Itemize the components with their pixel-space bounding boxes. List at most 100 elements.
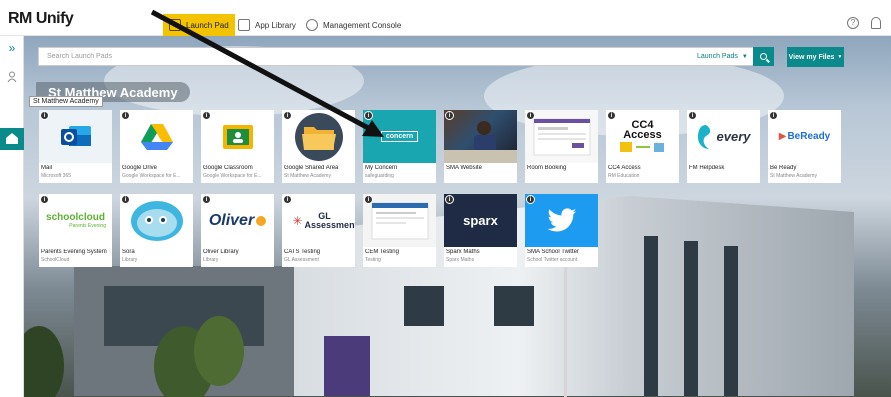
beready-logo: ▶ BeReady <box>778 131 831 142</box>
myconcern-logo: concern <box>363 110 436 163</box>
tile-title: CC4 Access <box>608 165 641 171</box>
view-my-files-button[interactable]: View my Files ▼ <box>787 47 844 67</box>
info-icon[interactable]: i <box>526 111 535 120</box>
info-icon[interactable]: i <box>40 195 49 204</box>
play-icon: ▶ <box>778 131 787 142</box>
app-tile-my-concern[interactable]: i concern My Concern safeguarding <box>363 110 436 183</box>
cc4-logo: CC4 Access <box>606 110 679 163</box>
app-tile-sparx-maths[interactable]: i sparx Sparx Maths Sparx Maths <box>444 194 517 267</box>
rocket-icon <box>169 19 181 31</box>
app-tile-parents-evening[interactable]: i schoolcloud Parents Evening Parents Ev… <box>39 194 112 267</box>
info-icon[interactable]: i <box>364 195 373 204</box>
caret-down-icon: ▼ <box>741 53 748 60</box>
folder-icon <box>282 110 355 163</box>
tile-title: SMA School Twitter <box>527 249 579 255</box>
info-icon[interactable]: i <box>364 111 373 120</box>
rm-unify-logo[interactable]: RM Unify <box>8 10 74 28</box>
app-tile-sma-website[interactable]: i SMA Website <box>444 110 517 183</box>
tab-launch-pad-label: Launch Pad <box>186 20 229 30</box>
gl-burst-icon: ✳ <box>292 213 303 228</box>
info-icon[interactable]: i <box>526 195 535 204</box>
every-logo: every <box>687 110 760 163</box>
search-scope-select[interactable]: Launch Pads ▼ <box>697 50 748 63</box>
section-tooltip: St Matthew Academy <box>29 96 103 107</box>
info-icon[interactable]: i <box>688 111 697 120</box>
info-icon[interactable]: i <box>769 111 778 120</box>
tile-subtitle: RM Education <box>608 173 640 179</box>
tile-title: Be Ready <box>770 165 797 171</box>
app-tile-oliver-library[interactable]: i Oliver Oliver Library Library <box>201 194 274 267</box>
tab-management-console-label: Management Console <box>323 20 402 30</box>
tile-title: Mail <box>41 165 53 171</box>
app-tile-google-drive[interactable]: i Google Drive Google Workspace for E... <box>120 110 193 183</box>
app-tile-google-classroom[interactable]: i Google Classroom Google Workspace for … <box>201 110 274 183</box>
google-drive-logo <box>120 110 193 163</box>
info-icon[interactable]: i <box>202 195 211 204</box>
app-tile-be-ready[interactable]: i ▶ BeReady Be Ready St Matthew Academy <box>768 110 841 183</box>
app-tile-room-booking[interactable]: i Room Booking <box>525 110 598 183</box>
tile-subtitle: safeguarding <box>365 173 394 179</box>
sora-logo <box>120 194 193 247</box>
tile-title: Parents Evening System <box>41 249 107 255</box>
expand-rail-button[interactable]: » <box>4 40 20 56</box>
home-icon <box>6 133 18 144</box>
app-tile-google-shared-area[interactable]: i Google Shared Area St Matthew Academy <box>282 110 355 183</box>
search-button[interactable] <box>753 47 774 66</box>
app-tile-cats-testing[interactable]: i ✳ GL Assessment CATS Testing GL Assess… <box>282 194 355 267</box>
tile-title: Oliver Library <box>203 249 239 255</box>
tile-subtitle: Sparx Maths <box>446 257 475 263</box>
tab-management-console[interactable]: Management Console <box>300 14 407 36</box>
info-icon[interactable]: i <box>121 111 130 120</box>
booking-screenshot <box>525 110 598 163</box>
search-icon <box>760 53 767 60</box>
sparx-logo: sparx <box>444 194 517 247</box>
gl-logo: ✳ GL Assessment <box>292 210 355 230</box>
info-icon[interactable]: i <box>445 111 454 120</box>
twitter-logo <box>525 194 598 247</box>
app-tile-fm-helpdesk[interactable]: i every FM Helpdesk <box>687 110 760 183</box>
tile-title: CATS Testing <box>284 249 321 255</box>
home-button[interactable] <box>0 128 24 150</box>
tab-app-library-label: App Library <box>255 20 296 30</box>
info-icon[interactable]: i <box>202 111 211 120</box>
app-tile-mail[interactable]: i Mail Microsoft 365 <box>39 110 112 183</box>
app-tile-sora[interactable]: i Sora Library <box>120 194 193 267</box>
app-tile-cem-testing[interactable]: i CEM Testing Testing <box>363 194 436 267</box>
tile-subtitle: School Twitter account <box>527 257 578 263</box>
user-icon <box>7 71 17 83</box>
info-icon[interactable]: i <box>445 195 454 204</box>
tab-launch-pad[interactable]: Launch Pad <box>163 14 235 36</box>
tile-title: Google Drive <box>122 165 158 171</box>
tile-title: Sparx Maths <box>446 249 480 255</box>
double-chevron-right-icon: » <box>8 41 16 55</box>
app-tile-sma-school-twitter[interactable]: i SMA School Twitter School Twitter acco… <box>525 194 598 267</box>
tile-subtitle: Microsoft 365 <box>41 173 72 179</box>
tile-title: My Concern <box>365 165 398 171</box>
app-tile-cc4-access[interactable]: i CC4 Access CC4 Access RM Education <box>606 110 679 183</box>
info-icon[interactable]: i <box>283 111 292 120</box>
user-profile-button[interactable] <box>4 69 20 85</box>
oliver-logo: Oliver <box>201 194 274 247</box>
help-icon[interactable]: ? <box>847 17 859 29</box>
view-my-files-label: View my Files <box>788 53 835 61</box>
caret-down-icon: ▼ <box>837 54 843 60</box>
oliver-dot-icon <box>256 215 267 226</box>
notification-bell-icon[interactable] <box>871 17 881 29</box>
info-icon[interactable]: i <box>40 111 49 120</box>
grid-icon <box>238 19 250 31</box>
tile-subtitle: Library <box>203 257 219 263</box>
tab-app-library[interactable]: App Library <box>232 14 302 36</box>
schoolcloud-logo: schoolcloud Parents Evening <box>46 212 106 229</box>
tile-title: Google Classroom <box>203 165 253 171</box>
tile-title: SMA Website <box>446 165 482 171</box>
side-rail: » <box>0 36 24 397</box>
tile-title: Room Booking <box>527 165 567 171</box>
tile-subtitle: Testing <box>365 257 381 263</box>
outlook-logo <box>39 110 112 163</box>
search-scope-value: Launch Pads <box>697 53 738 60</box>
info-icon[interactable]: i <box>121 195 130 204</box>
info-icon[interactable]: i <box>283 195 292 204</box>
info-icon[interactable]: i <box>607 111 616 120</box>
launchpad-search-bar: Launch Pads ▼ <box>38 47 774 66</box>
search-input[interactable] <box>39 48 689 65</box>
